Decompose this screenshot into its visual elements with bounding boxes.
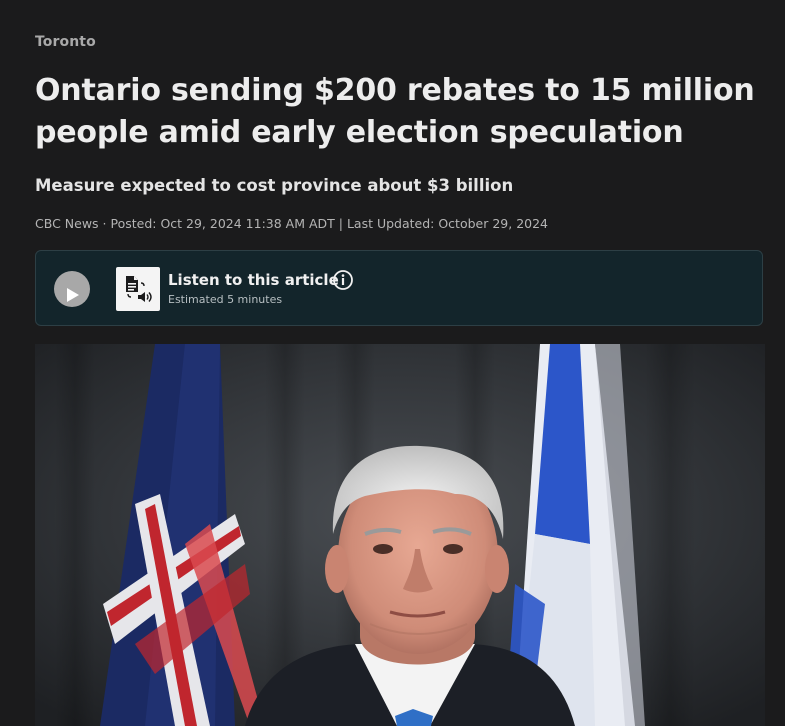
article-page: Toronto Ontario sending $200 rebates to … — [0, 0, 785, 726]
audio-thumbnail — [116, 267, 160, 311]
play-button[interactable] — [54, 271, 90, 307]
article-photo[interactable] — [35, 344, 765, 726]
speaker-icon — [138, 292, 152, 302]
listen-duration: Estimated 5 minutes — [168, 293, 283, 306]
section-link[interactable]: Toronto — [35, 34, 96, 50]
listen-title: Listen to this article — [168, 271, 339, 289]
audio-player: Listen to this article Estimated 5 minut… — [35, 250, 763, 326]
info-icon — [333, 270, 353, 290]
article-byline: CBC News · Posted: Oct 29, 2024 11:38 AM… — [35, 216, 549, 231]
play-icon — [67, 287, 79, 302]
document-icon — [126, 276, 138, 292]
article-headline: Ontario sending $200 rebates to 15 milli… — [35, 73, 755, 150]
article-deck: Measure expected to cost province about … — [35, 176, 514, 195]
info-button[interactable] — [332, 269, 354, 291]
